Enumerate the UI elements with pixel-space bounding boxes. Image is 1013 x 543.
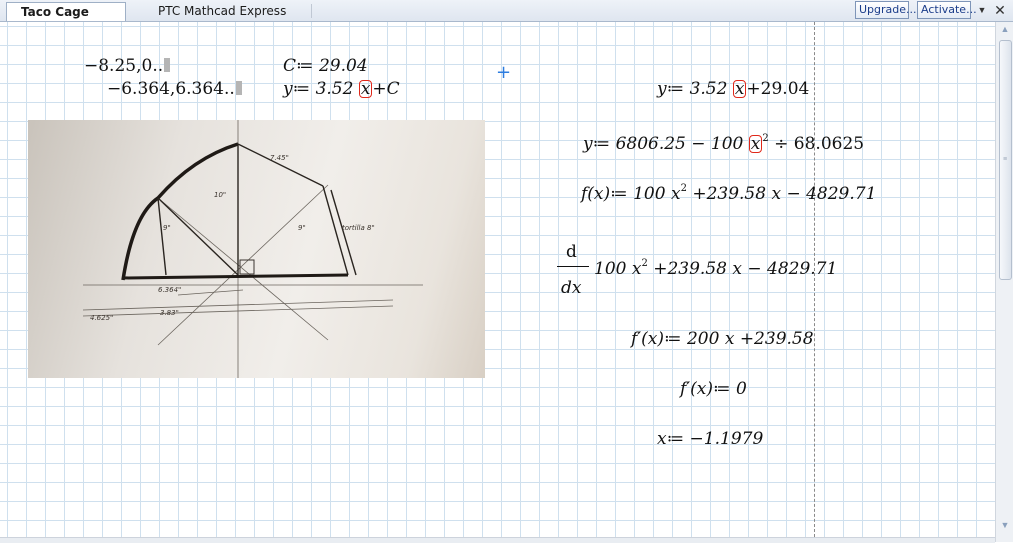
label-3-83: 3.83"	[160, 309, 179, 317]
document-tab-bar: Taco Cage Design PTC Mathcad Express Upg…	[0, 0, 1013, 37]
grip-icon: ≡	[1003, 156, 1008, 163]
label-10: 10"	[214, 191, 226, 199]
derivative-numerator: d	[566, 242, 577, 262]
page-boundary-line	[814, 22, 815, 542]
deriv-prefix: 100 x	[594, 259, 642, 279]
range-2-text: −6.364,6.364..	[107, 79, 235, 99]
deriv-suffix: +239.58 x − 4829.71	[647, 259, 838, 279]
undefined-variable-box[interactable]: x	[358, 79, 373, 99]
fprime-def-text: f′(x)≔ 200 x +239.58	[631, 329, 814, 349]
y-def-right-prefix: y≔ 3.52	[657, 79, 733, 99]
c-definition[interactable]: C≔ 29.04	[283, 56, 368, 76]
scrollbar-thumb[interactable]: ≡	[999, 40, 1012, 280]
tab-ptc-mathcad-express[interactable]: PTC Mathcad Express	[150, 2, 326, 20]
scroll-up-arrow-icon[interactable]: ▲	[1000, 24, 1010, 34]
insertion-crosshair: +	[496, 62, 512, 83]
range-placeholder[interactable]	[164, 58, 171, 72]
y-definition-left[interactable]: y≔ 3.52 x +C	[283, 79, 400, 99]
x-solution[interactable]: x≔ −1.1979	[657, 429, 763, 449]
y-def-right-suffix: +29.04	[746, 79, 810, 99]
upgrade-button[interactable]: Upgrade...	[855, 1, 917, 19]
derivative-denominator: dx	[561, 278, 582, 298]
y-def-left-prefix: y≔ 3.52	[283, 79, 359, 99]
f-definition[interactable]: f(x)≔ 100 x2 +239.58 x − 4829.71	[581, 179, 876, 204]
taco-cage-sketch-photo[interactable]: 7.45" 10" 9" 9" tortilla 8" 6.364" 3.83"…	[28, 120, 485, 378]
undefined-variable-box[interactable]: x	[732, 79, 747, 99]
f-def-suffix: +239.58 x − 4829.71	[686, 184, 877, 204]
tab-taco-cage-design[interactable]: Taco Cage Design	[6, 2, 126, 37]
y-def-left-suffix: +C	[372, 79, 400, 99]
fprime-definition[interactable]: f′(x)≔ 200 x +239.58	[631, 329, 814, 349]
label-4-625: 4.625"	[90, 314, 113, 322]
chevron-down-icon[interactable]: ▼	[975, 0, 989, 20]
x-solution-text: x≔ −1.1979	[657, 429, 764, 449]
close-icon[interactable]: ✕	[991, 0, 1009, 20]
label-7-45: 7.45"	[270, 154, 289, 162]
range-expression-2[interactable]: −6.364,6.364..	[107, 79, 242, 99]
fprime-equals-zero[interactable]: f′(x)≔ 0	[680, 379, 747, 399]
fraction-bar	[557, 266, 589, 267]
label-tortilla: tortilla 8"	[342, 224, 375, 232]
scroll-down-arrow-icon[interactable]: ▼	[1000, 520, 1010, 530]
y-definition-circle[interactable]: y≔ 6806.25 − 100 x2 ÷ 68.0625	[583, 129, 864, 154]
x-variable: x	[734, 79, 745, 99]
label-6-364: 6.364"	[158, 286, 181, 294]
y-def2-suffix: ÷ 68.0625	[768, 134, 865, 154]
horizontal-scrollbar[interactable]	[0, 537, 995, 543]
sketch-drawing: 7.45" 10" 9" 9" tortilla 8" 6.364" 3.83"…	[82, 120, 423, 378]
y-definition-right[interactable]: y≔ 3.52 x +29.04	[657, 79, 809, 99]
x-variable: x	[750, 134, 761, 154]
x-variable: x	[360, 79, 371, 99]
range-expression-1[interactable]: −8.25,0..	[84, 56, 171, 76]
fprime-zero-text: f′(x)≔ 0	[680, 379, 747, 399]
undefined-variable-box[interactable]: x	[748, 134, 763, 154]
c-definition-text: C≔ 29.04	[283, 56, 368, 76]
vertical-scrollbar[interactable]: ▲ ≡ ▼	[995, 22, 1013, 542]
label-9a: 9"	[298, 224, 306, 232]
label-9b: 9"	[163, 224, 171, 232]
range-placeholder[interactable]	[235, 81, 242, 95]
f-def-prefix: f(x)≔ 100 x	[581, 184, 681, 204]
derivative-body: 100 x2 +239.58 x − 4829.71	[594, 254, 837, 279]
y-def2-prefix: y≔ 6806.25 − 100	[583, 134, 749, 154]
tab-separator	[311, 4, 312, 18]
activate-button[interactable]: Activate...	[917, 1, 977, 19]
range-1-text: −8.25,0..	[84, 56, 164, 76]
